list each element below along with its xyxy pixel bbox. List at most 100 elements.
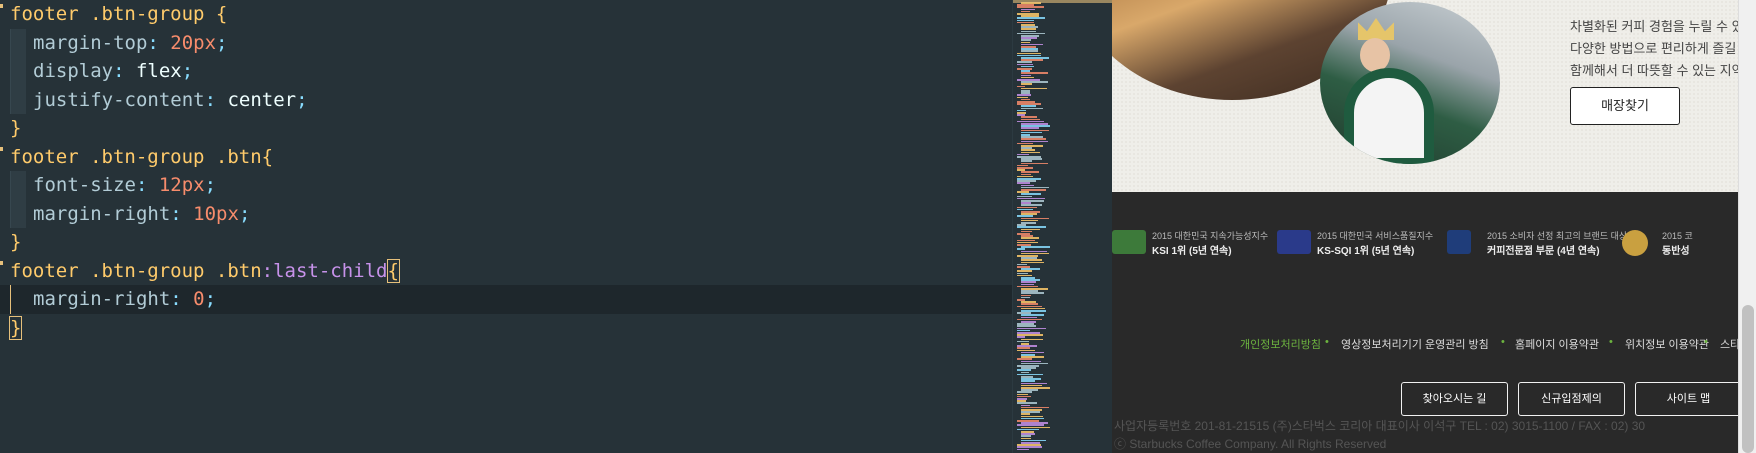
ksi-logo-icon bbox=[1112, 230, 1146, 254]
code-line[interactable]: } bbox=[0, 314, 1012, 343]
code-token: font-size bbox=[33, 174, 136, 196]
code-token: ; bbox=[216, 31, 228, 54]
code-token: : bbox=[147, 31, 171, 54]
award-title: KS-SQI 1위 (5년 연속) bbox=[1317, 246, 1415, 257]
location-terms-link[interactable]: 위치정보 이용약관 bbox=[1625, 336, 1709, 352]
award-title: 동반성 bbox=[1662, 246, 1690, 257]
indent-guide bbox=[10, 28, 26, 57]
store-section: 차별화된 커피 경험을 누릴 수 있는 다양한 방법으로 편리하게 즐길 수 함… bbox=[1112, 0, 1738, 192]
separator-dot: • bbox=[1325, 336, 1329, 348]
code-line[interactable]: footer .btn-group { bbox=[0, 0, 1012, 29]
awards-bar: 2015 대한민국 지속가능성지수 KSI 1위 (5년 연속) 2015 대한… bbox=[1112, 222, 1738, 262]
company-info: 사업자등록번호 201-81-21515 (주)스타벅스 코리아 대표이사 이석… bbox=[1114, 419, 1646, 433]
privacy-policy-link[interactable]: 개인정보처리방침 bbox=[1240, 336, 1321, 352]
code-area[interactable]: footer .btn-group {margin-top: 20px; disp… bbox=[0, 0, 1012, 342]
find-store-button[interactable]: 매장찾기 bbox=[1570, 87, 1680, 125]
code-token: : bbox=[204, 88, 228, 111]
award-year-label: 2015 대한민국 서비스품질지수 bbox=[1317, 231, 1434, 241]
medal-icon bbox=[1622, 230, 1648, 256]
code-line[interactable]: } bbox=[0, 114, 1012, 143]
code-token: justify-content bbox=[33, 88, 205, 111]
award-title: KSI 1위 (5년 연속) bbox=[1152, 246, 1232, 257]
indent-guide bbox=[10, 57, 26, 86]
code-line-current[interactable]: margin-right: 0; bbox=[0, 285, 1012, 314]
fold-marker-icon[interactable] bbox=[0, 4, 3, 8]
code-line[interactable]: justify-content: center; bbox=[0, 85, 1012, 114]
copyright-text: ⓒ Starbucks Coffee Company. All Rights R… bbox=[1114, 437, 1387, 451]
code-token: ; bbox=[181, 60, 194, 82]
code-token: 20px bbox=[170, 31, 217, 54]
award-year-label: 2015 코 bbox=[1662, 231, 1693, 241]
copyright: 사업자등록번호 201-81-21515 (주)스타벅스 코리아 대표이사 이석… bbox=[1114, 417, 1738, 453]
starbucks-link[interactable]: 스타벅 bbox=[1720, 336, 1738, 352]
terms-link[interactable]: 홈페이지 이용약관 bbox=[1515, 336, 1599, 352]
code-line[interactable]: footer .btn-group .btn:last-child{ bbox=[0, 257, 1012, 286]
code-token: display bbox=[33, 60, 114, 82]
code-token: center bbox=[227, 88, 297, 111]
separator-dot: • bbox=[1704, 336, 1708, 348]
new-store-proposal-button[interactable]: 신규입점제의 bbox=[1518, 382, 1625, 416]
minimap-viewport[interactable] bbox=[1013, 0, 1112, 3]
store-photo-barista bbox=[1320, 2, 1500, 164]
code-token: 10px bbox=[193, 202, 239, 225]
code-token: : bbox=[135, 174, 159, 196]
code-token: } bbox=[8, 315, 23, 340]
store-description-line: 함께해서 더 따뜻할 수 있는 지역사 bbox=[1570, 63, 1738, 78]
code-token: } bbox=[10, 231, 22, 253]
brand-award-logo-icon bbox=[1447, 230, 1471, 254]
code-token: : bbox=[113, 60, 136, 82]
code-line[interactable]: } bbox=[0, 228, 1012, 257]
code-token: footer .btn-group .btn bbox=[10, 145, 262, 168]
code-token: flex bbox=[135, 60, 182, 82]
separator-dot: • bbox=[1609, 336, 1613, 348]
code-line[interactable]: display: flex; bbox=[0, 57, 1012, 86]
vertical-scrollbar[interactable] bbox=[1738, 0, 1756, 453]
code-token: 0 bbox=[193, 288, 205, 310]
code-token: :last-child bbox=[261, 259, 388, 282]
code-token: margin-right bbox=[33, 202, 171, 225]
code-editor[interactable]: footer .btn-group {margin-top: 20px; disp… bbox=[0, 0, 1012, 453]
store-description-line: 다양한 방법으로 편리하게 즐길 수 bbox=[1570, 41, 1738, 56]
fold-marker-icon[interactable] bbox=[0, 260, 3, 265]
browser-preview: 차별화된 커피 경험을 누릴 수 있는 다양한 방법으로 편리하게 즐길 수 함… bbox=[1112, 0, 1738, 453]
code-token: ; bbox=[238, 202, 251, 225]
code-token: : bbox=[170, 202, 194, 225]
footer-button-group: 찾아오시는 길 신규입점제의 사이트 맵 bbox=[1112, 382, 1738, 416]
code-token: ; bbox=[204, 174, 217, 196]
minimap[interactable] bbox=[1012, 0, 1112, 453]
ks-sqi-logo-icon bbox=[1277, 230, 1311, 254]
code-token: footer .btn-group bbox=[10, 3, 216, 25]
minimap-line bbox=[1017, 448, 1029, 451]
code-token: footer .btn-group .btn bbox=[10, 259, 262, 282]
directions-button[interactable]: 찾아오시는 길 bbox=[1401, 382, 1508, 416]
minimap-line bbox=[1021, 246, 1050, 248]
code-line[interactable]: font-size: 12px; bbox=[0, 171, 1012, 200]
code-token: margin-top bbox=[33, 31, 148, 54]
code-token: margin-right bbox=[33, 288, 171, 310]
code-token: ; bbox=[296, 88, 308, 111]
indent-guide bbox=[10, 199, 26, 228]
indent-guide bbox=[10, 285, 26, 314]
code-token: { bbox=[386, 258, 401, 283]
code-token: ; bbox=[204, 288, 217, 310]
store-description-line: 차별화된 커피 경험을 누릴 수 있는 bbox=[1570, 19, 1738, 34]
code-line[interactable]: margin-right: 10px; bbox=[0, 199, 1012, 228]
store-description: 차별화된 커피 경험을 누릴 수 있는 다양한 방법으로 편리하게 즐길 수 함… bbox=[1570, 2, 1738, 82]
code-token: } bbox=[10, 117, 22, 139]
code-line[interactable]: margin-top: 20px; bbox=[0, 28, 1012, 57]
code-token: 12px bbox=[158, 174, 205, 196]
fold-marker-icon[interactable] bbox=[0, 146, 3, 151]
separator-dot: • bbox=[1501, 336, 1505, 348]
code-token: : bbox=[170, 288, 194, 310]
indent-guide bbox=[10, 85, 26, 114]
code-token: { bbox=[215, 3, 228, 25]
sitemap-button[interactable]: 사이트 맵 bbox=[1635, 382, 1738, 416]
scrollbar-thumb[interactable] bbox=[1742, 305, 1754, 453]
award-year-label: 2015 소비자 선정 최고의 브랜드 대상 bbox=[1487, 231, 1628, 241]
video-policy-link[interactable]: 영상정보처리기기 운영관리 방침 bbox=[1341, 336, 1489, 352]
code-token: { bbox=[261, 145, 274, 168]
award-year-label: 2015 대한민국 지속가능성지수 bbox=[1152, 231, 1269, 241]
award-title: 커피전문점 부문 (4년 연속) bbox=[1487, 246, 1600, 257]
code-line[interactable]: footer .btn-group .btn{ bbox=[0, 143, 1012, 172]
indent-guide bbox=[10, 171, 26, 200]
